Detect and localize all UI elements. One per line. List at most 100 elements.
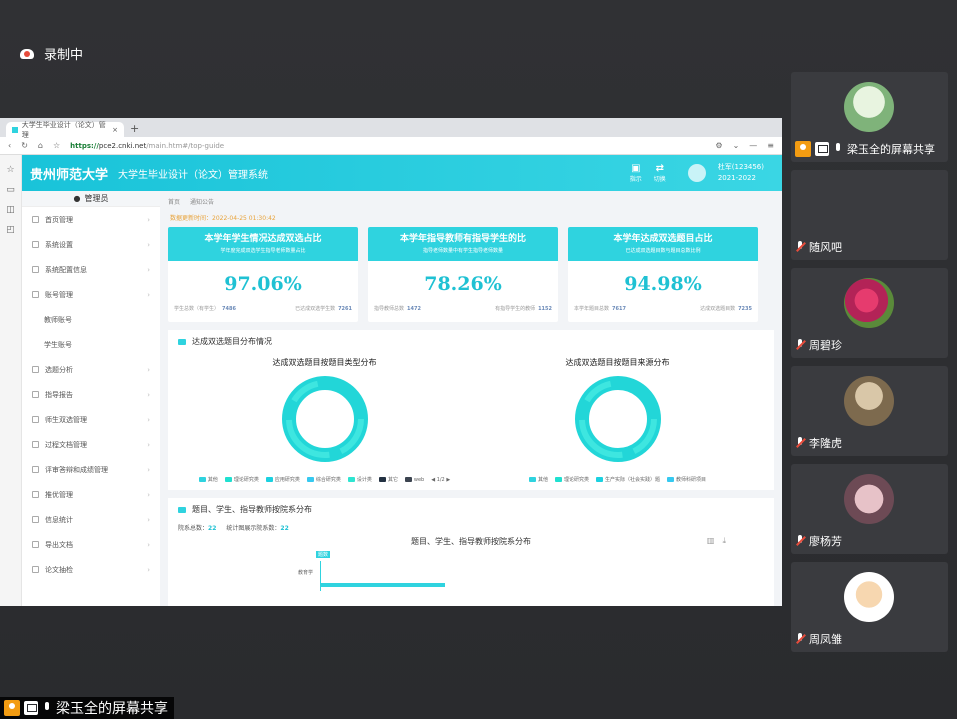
- legend-item[interactable]: 教师科研项目: [667, 476, 706, 483]
- bar-chart-icon[interactable]: ▥: [707, 536, 715, 546]
- donut-ring: [281, 376, 368, 462]
- guide-button[interactable]: ▣ 指示: [630, 163, 642, 183]
- screen-share-bar[interactable]: 梁玉全的屏幕共享: [0, 697, 174, 719]
- stat-right-value: 1152: [538, 306, 552, 312]
- sidebar-item[interactable]: 信息统计 ›: [22, 507, 160, 532]
- stat-card-value: 78.26%: [424, 273, 502, 295]
- browser-controls: ⚙ ⌄ — ≡: [715, 141, 774, 150]
- sidebar-item-label: 账号管理: [45, 290, 73, 299]
- favorites-icon[interactable]: ☆: [6, 165, 14, 175]
- user-info[interactable]: 杜军(123456) 2021-2022: [718, 162, 764, 184]
- sidebar-item[interactable]: 推优管理 ›: [22, 482, 160, 507]
- sidebar-item[interactable]: 师生双选管理 ›: [22, 407, 160, 432]
- breadcrumb-home[interactable]: 首页: [168, 197, 180, 206]
- user-avatar[interactable]: [687, 164, 706, 182]
- stat-card-header: 本学年达成双选题目占比 已达成双选题目数与题目总数比例: [568, 227, 758, 261]
- sidebar-item[interactable]: 账号管理 ›: [22, 282, 160, 307]
- participant-name-bar: 梁玉全的屏幕共享: [795, 141, 935, 157]
- participant-tile[interactable]: 随风吧: [791, 170, 948, 260]
- legend-swatch: [404, 476, 412, 482]
- home-icon[interactable]: ⌂: [38, 141, 43, 150]
- menu-item-icon: [32, 216, 39, 223]
- sidebar-item[interactable]: 教师账号: [22, 307, 160, 332]
- legend-item[interactable]: 生产实际（社会实践）题: [596, 476, 660, 483]
- chevron-right-icon: ›: [147, 465, 150, 474]
- bookmark-icon[interactable]: ☆: [53, 141, 60, 150]
- sidebar-item[interactable]: 评审答辩和成绩管理 ›: [22, 457, 160, 482]
- screen-share-icon: [815, 142, 829, 156]
- new-tab-icon[interactable]: +: [130, 122, 139, 137]
- breadcrumb-notice[interactable]: 通知公告: [190, 197, 214, 206]
- close-tab-icon[interactable]: ×: [112, 126, 118, 134]
- sidebar-item-label: 论文抽检: [45, 565, 73, 574]
- microphone-muted-icon: [795, 339, 805, 351]
- menu-item-icon: [32, 366, 39, 373]
- extension-icon[interactable]: ⚙: [715, 141, 722, 150]
- browser-tabbar: 大学生毕业设计（论文）管理 × +: [0, 118, 782, 139]
- participant-avatar: [844, 474, 894, 524]
- legend-pager[interactable]: ◀ 1/2 ▶: [431, 477, 450, 483]
- switch-icon: ⇄: [655, 163, 664, 174]
- participant-tile[interactable]: 廖杨芳: [791, 464, 948, 554]
- donut-chart: 达成双选题目按题目来源分布 其他 理论研究类 生产实际（社会实践）题 教师科研项目: [483, 357, 753, 483]
- participant-tile[interactable]: 梁玉全的屏幕共享: [791, 72, 948, 162]
- legend-item[interactable]: 其他: [528, 476, 548, 483]
- person-icon: [4, 700, 20, 716]
- menu-icon[interactable]: ≡: [767, 141, 774, 150]
- legend-item[interactable]: 设计类: [347, 476, 372, 483]
- sidebar-item[interactable]: 系统配置信息 ›: [22, 257, 160, 282]
- donut-ring: [574, 376, 661, 462]
- history-icon[interactable]: ◫: [6, 205, 15, 215]
- reload-icon[interactable]: ↻: [21, 141, 28, 150]
- sidebar-item[interactable]: 指导报告 ›: [22, 382, 160, 407]
- menu-item-icon: [32, 266, 39, 273]
- participant-name: 廖杨芳: [809, 535, 842, 548]
- participant-name: 梁玉全的屏幕共享: [847, 143, 935, 156]
- download-icon[interactable]: ⤓: [722, 536, 726, 546]
- stat-card-footer: 学生总数（有学生） 7486 已达成双选学生数 7261: [174, 306, 352, 312]
- back-icon[interactable]: ‹: [8, 141, 11, 150]
- participant-tile[interactable]: 周凤雏: [791, 562, 948, 652]
- distribution-title: 达成双选题目分布情况: [178, 336, 764, 347]
- legend-swatch: [554, 477, 562, 482]
- main-content: 首页 通知公告 数据更新时间：2022-04-25 01:30:42 本学年学生…: [160, 191, 782, 606]
- legend-item[interactable]: 理论研究类: [224, 476, 259, 483]
- collections-icon[interactable]: ◰: [6, 225, 15, 235]
- legend-swatch: [306, 477, 314, 482]
- sidebar-item[interactable]: 过程文档管理 ›: [22, 432, 160, 457]
- legend-item[interactable]: 综合研究类: [306, 476, 341, 483]
- participant-tile[interactable]: 李隆虎: [791, 366, 948, 456]
- stat-left-value: 7486: [222, 306, 236, 312]
- sidebar-item[interactable]: 选题分析 ›: [22, 357, 160, 382]
- participant-tile[interactable]: 周碧珍: [791, 268, 948, 358]
- recording-indicator[interactable]: 录制中: [20, 44, 83, 63]
- people-icon: [178, 506, 186, 513]
- legend-item[interactable]: 应用研究类: [265, 476, 300, 483]
- microphone-muted-icon: [795, 633, 805, 645]
- sidebar-item[interactable]: 学生账号: [22, 332, 160, 357]
- sidebar-item[interactable]: 系统设置 ›: [22, 232, 160, 257]
- sidebar: ● 管理员 首页管理 › 系统设置 › 系统配置信息 › 账号管理 › 教师账号 学生账号 选题分析…: [22, 191, 160, 606]
- legend-item[interactable]: 理论研究类: [554, 476, 589, 483]
- chevron-down-icon[interactable]: ⌄: [733, 141, 740, 150]
- switch-button[interactable]: ⇄ 切换: [654, 163, 666, 183]
- chevron-right-icon: ›: [147, 240, 150, 249]
- stat-card-footer: 指导教师总数 1472 有指导学生的教师 1152: [374, 306, 552, 312]
- browser-tab[interactable]: 大学生毕业设计（论文）管理 ×: [6, 121, 124, 139]
- menu-item-icon: [32, 466, 39, 473]
- recording-label: 录制中: [44, 48, 84, 63]
- sidebar-item[interactable]: 导出文档 ›: [22, 532, 160, 557]
- minimize-icon[interactable]: —: [749, 141, 757, 150]
- chevron-right-icon: ›: [147, 490, 150, 499]
- participant-avatar: [844, 278, 894, 328]
- sidebar-role[interactable]: ● 管理员: [22, 191, 160, 207]
- legend-item[interactable]: web: [404, 476, 424, 483]
- sidebar-item[interactable]: 首页管理 ›: [22, 207, 160, 232]
- sidebar-item[interactable]: 论文抽检 ›: [22, 557, 160, 582]
- participant-avatar: [844, 376, 894, 426]
- url-field[interactable]: https://pce2.cnki.net/main.htm#/top-guid…: [70, 142, 224, 150]
- legend-item[interactable]: 其它: [378, 476, 398, 483]
- sidebar-item-label: 过程文档管理: [45, 440, 87, 449]
- legend-item[interactable]: 其他: [198, 476, 218, 483]
- reading-icon[interactable]: ▭: [6, 185, 15, 195]
